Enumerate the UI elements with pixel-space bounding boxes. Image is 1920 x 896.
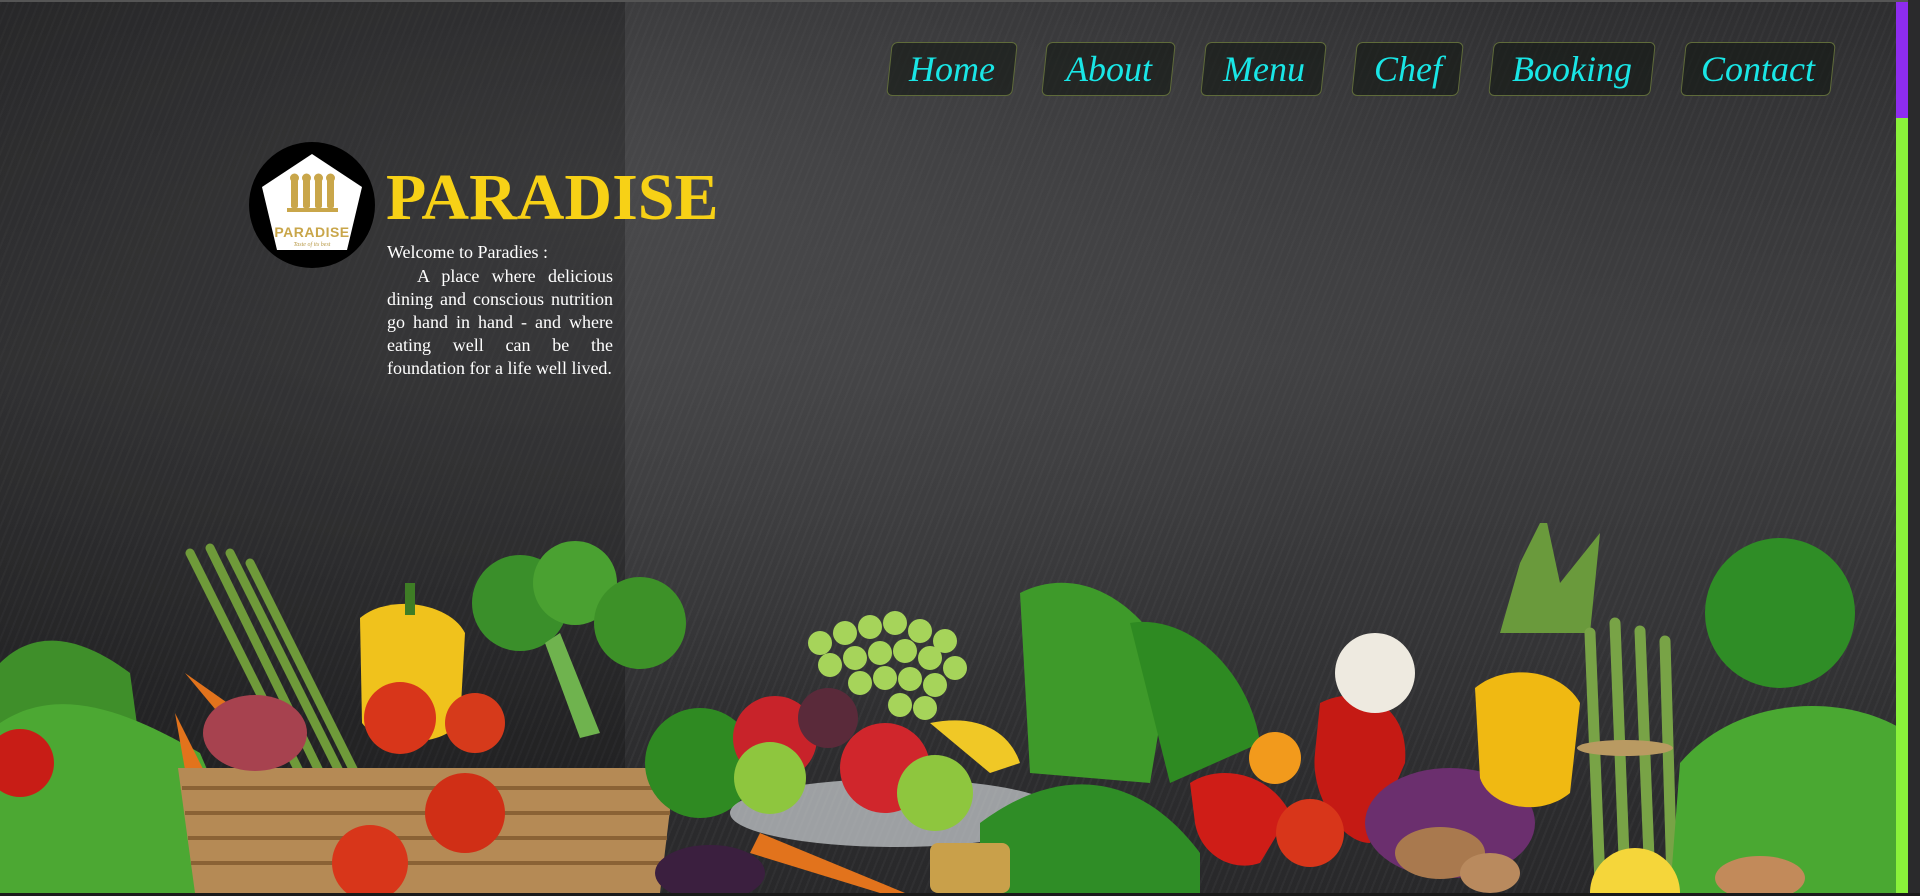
hero-section: Home About Menu Chef Booking Contact PAR… <box>0 0 1908 893</box>
logo-tagline: Taste of its best <box>293 242 331 248</box>
vertical-scrollbar[interactable] <box>1896 2 1908 893</box>
brand-logo[interactable]: PARADISE Taste of its best <box>249 142 375 268</box>
nav-home-label: Home <box>909 49 995 89</box>
welcome-heading: Welcome to Paradies : <box>387 242 548 262</box>
nav-contact-link[interactable]: Contact <box>1680 42 1836 96</box>
brand-title: PARADISE <box>386 161 719 234</box>
logo-fork-spoon-icon <box>262 154 362 250</box>
nav-booking-label: Booking <box>1512 49 1632 89</box>
nav-home-link[interactable]: Home <box>886 42 1018 96</box>
nav-contact-label: Contact <box>1701 49 1815 89</box>
nav-chef-label: Chef <box>1373 49 1442 89</box>
nav-menu-link[interactable]: Menu <box>1200 42 1327 96</box>
nav-about-link[interactable]: About <box>1041 42 1176 96</box>
main-navigation: Home About Menu Chef Booking Contact <box>0 42 1908 98</box>
vegetables-illustration <box>0 523 1908 893</box>
logo-wordmark: PARADISE <box>274 224 350 240</box>
nav-booking-link[interactable]: Booking <box>1488 42 1656 96</box>
nav-menu-label: Menu <box>1222 49 1305 89</box>
nav-chef-link[interactable]: Chef <box>1351 42 1464 96</box>
welcome-description: A place where delicious dining and consc… <box>387 266 613 378</box>
nav-about-label: About <box>1065 49 1152 89</box>
